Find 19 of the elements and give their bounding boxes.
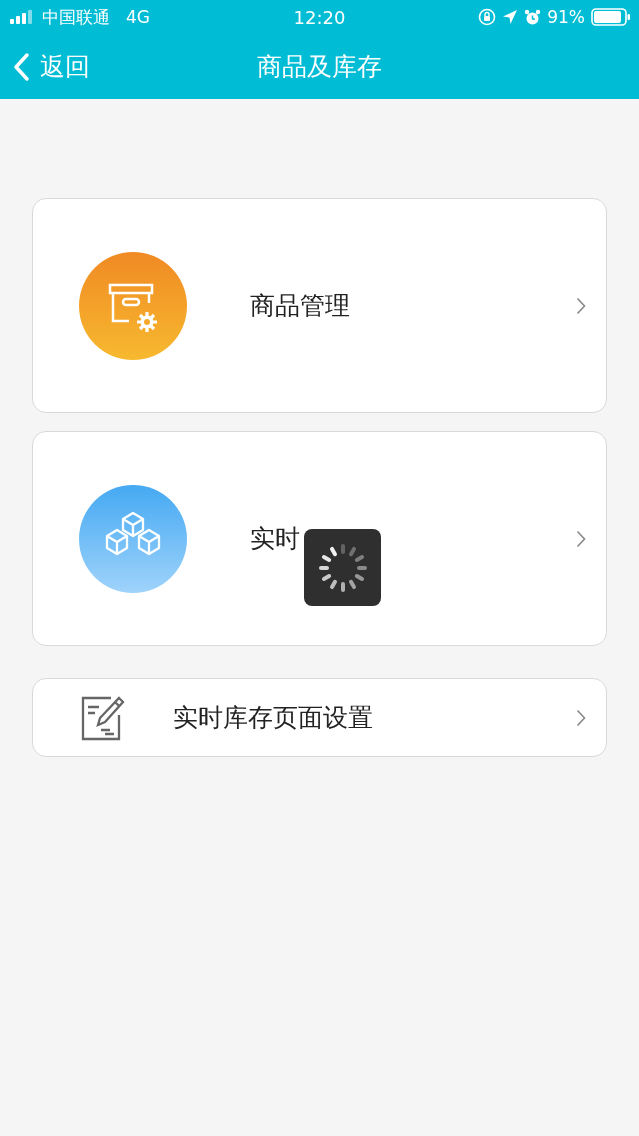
network-type: 4G — [126, 7, 150, 27]
menu-card[interactable]: 商品管理 — [32, 198, 607, 413]
battery-percent: 91% — [547, 7, 585, 27]
battery-icon — [591, 8, 631, 26]
edit-document-icon — [81, 694, 125, 741]
chevron-left-icon — [12, 51, 30, 82]
chevron-right-icon — [576, 296, 586, 315]
archive-gear-icon — [79, 251, 187, 360]
chevron-right-icon — [576, 529, 586, 548]
boxes-icon — [79, 484, 187, 593]
menu-card[interactable]: 实时 — [32, 431, 607, 646]
location-icon — [502, 9, 519, 25]
page-title: 商品及库存 — [256, 51, 383, 83]
chevron-right-icon — [576, 708, 586, 727]
carrier-name: 中国联通 — [42, 5, 110, 29]
menu-card[interactable]: 实时库存页面设置 — [32, 678, 607, 757]
alarm-icon — [524, 8, 542, 26]
clock-time: 12:20 — [292, 6, 347, 28]
rotation-lock-icon — [478, 8, 497, 26]
